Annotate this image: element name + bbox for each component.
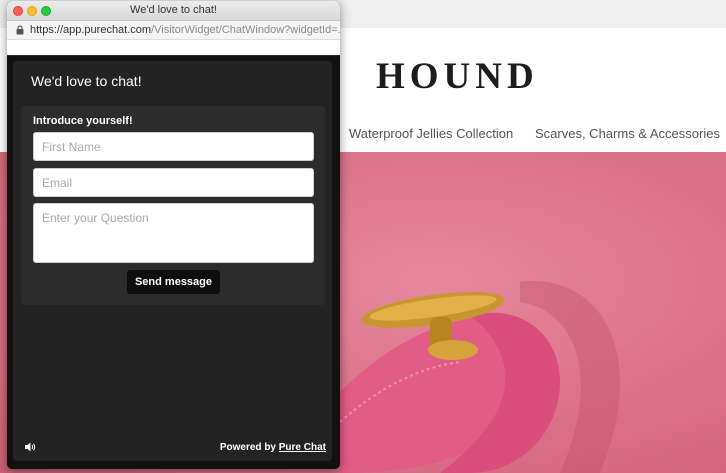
toolbar-spacer [7,40,340,56]
chat-header-title: We'd love to chat! [31,73,142,89]
powered-by: Powered by Pure Chat [220,442,326,453]
nav-item-waterproof-jellies[interactable]: Waterproof Jellies Collection [349,126,513,141]
send-message-button[interactable]: Send message [127,270,220,294]
chat-widget: We'd love to chat! Introduce yourself! S… [13,61,332,461]
window-titlebar: We'd love to chat! [7,1,340,21]
url-bar[interactable]: https://app.purechat.com/VisitorWidget/C… [7,21,340,40]
first-name-field[interactable] [33,132,314,161]
intro-form: Introduce yourself! Send message [21,106,325,305]
nav-item-scarves-charms[interactable]: Scarves, Charms & Accessories [535,126,720,141]
email-field[interactable] [33,168,314,197]
speaker-icon[interactable] [25,442,37,452]
pure-chat-link[interactable]: Pure Chat [279,442,326,453]
url-text: https://app.purechat.com/VisitorWidget/C… [30,24,340,36]
question-field[interactable] [33,203,314,263]
powered-by-prefix: Powered by [219,442,279,453]
intro-label: Introduce yourself! [33,115,133,127]
lock-icon [16,25,24,35]
site-logo[interactable]: HOUND [376,55,539,98]
url-host: https://app.purechat.com [30,24,152,36]
window-title: We'd love to chat! [130,4,217,16]
chat-popup-window: We'd love to chat! https://app.purechat.… [7,1,340,469]
url-path: /VisitorWidget/ChatWindow?widgetId=... [151,24,340,36]
